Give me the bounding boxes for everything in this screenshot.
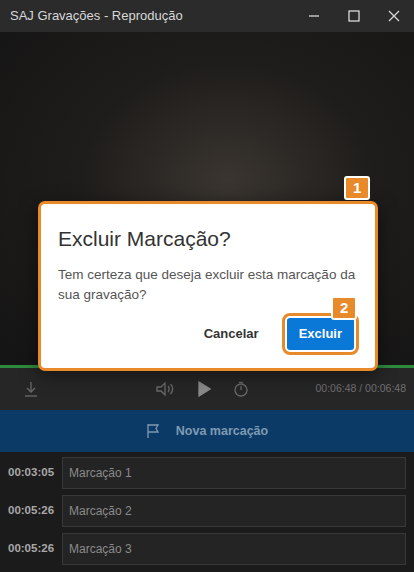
window-title: SAJ Gravações - Reprodução <box>0 6 294 26</box>
mark-label-field[interactable]: Marcação 3 <box>62 533 406 565</box>
mark-row: 00:05:26Marcação 3 <box>8 532 406 566</box>
dialog-title: Excluir Marcação? <box>58 226 358 251</box>
close-button[interactable] <box>374 0 414 32</box>
timer-icon[interactable] <box>233 381 249 397</box>
playback-buttons <box>38 381 316 397</box>
mark-row: 00:05:26Marcação 2 <box>8 494 406 528</box>
confirm-button[interactable]: Excluir <box>287 318 354 350</box>
play-icon[interactable] <box>197 381 211 397</box>
maximize-button[interactable] <box>334 0 374 32</box>
new-mark-label: Nova marcação <box>176 422 268 441</box>
minimize-button[interactable] <box>294 0 334 32</box>
player-controls: 00:06:48 / 00:06:48 <box>0 368 414 410</box>
new-mark-button[interactable]: Nova marcação <box>0 410 414 452</box>
marks-list: 00:03:05Marcação 100:05:26Marcação 200:0… <box>0 452 414 572</box>
close-icon <box>388 10 400 22</box>
cancel-button[interactable]: Cancelar <box>192 318 271 350</box>
mark-time[interactable]: 00:03:05 <box>8 464 62 481</box>
maximize-icon <box>348 10 360 22</box>
download-icon[interactable] <box>24 381 38 397</box>
mark-label-field[interactable]: Marcação 1 <box>62 457 406 489</box>
mark-time[interactable]: 00:05:26 <box>8 540 62 557</box>
app-window: SAJ Gravações - Reprodução 00:06:48 / 00:… <box>0 0 414 572</box>
dialog-message: Tem certeza que deseja excluir esta marc… <box>58 265 358 304</box>
flag-icon <box>146 423 160 439</box>
dialog-buttons: Cancelar Excluir <box>58 318 358 350</box>
title-bar: SAJ Gravações - Reprodução <box>0 0 414 32</box>
step-badge: 1 <box>344 176 370 200</box>
delete-dialog: Excluir Marcação? Tem certeza que deseja … <box>38 201 378 371</box>
volume-icon[interactable] <box>155 381 175 397</box>
step-badge: 2 <box>331 296 357 320</box>
minimize-icon <box>308 10 320 22</box>
mark-row: 00:03:05Marcação 1 <box>8 456 406 490</box>
mark-label-field[interactable]: Marcação 2 <box>62 495 406 527</box>
playback-time: 00:06:48 / 00:06:48 <box>316 381 407 397</box>
mark-time[interactable]: 00:05:26 <box>8 502 62 519</box>
